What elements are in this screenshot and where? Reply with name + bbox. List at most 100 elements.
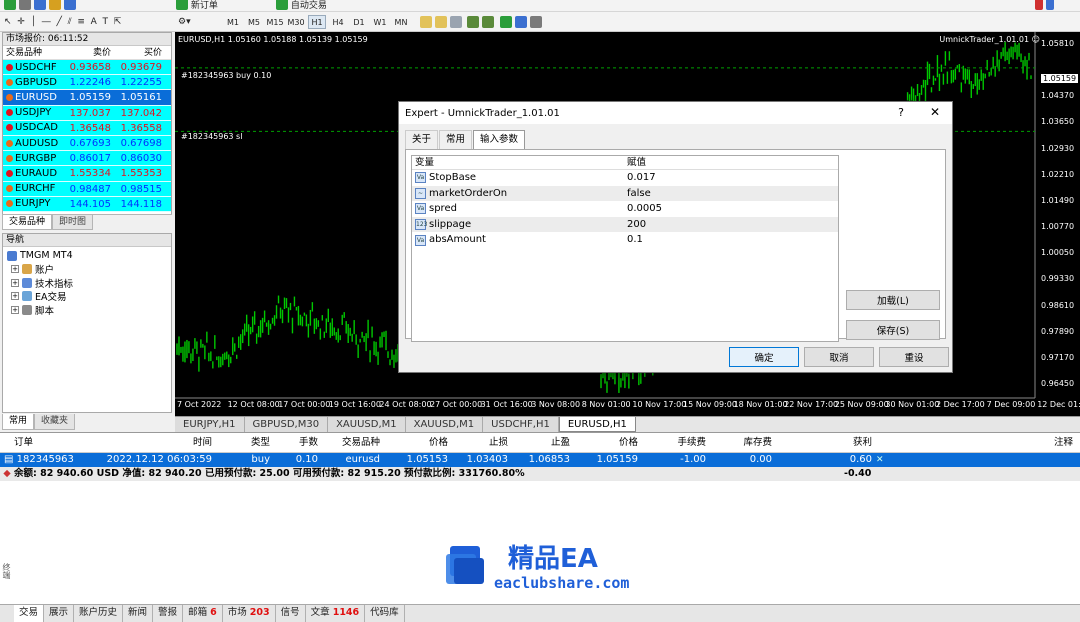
terminal-tab[interactable]: 警报: [153, 605, 184, 622]
expand-icon[interactable]: +: [11, 305, 19, 314]
terminal-col-header[interactable]: 订单: [0, 433, 98, 452]
terminal-col-header[interactable]: 价格: [574, 433, 642, 452]
zoom-out-icon[interactable]: [434, 16, 447, 28]
tab-common[interactable]: 常用: [439, 130, 473, 149]
drawing-tools[interactable]: ↖ ✛ │ ― ╱ ⫽ ≡ A T ⇱: [4, 14, 121, 30]
timeframe-h4[interactable]: H4: [329, 15, 347, 29]
channel-icon[interactable]: ⫽: [68, 17, 72, 27]
crosshair-icon[interactable]: ✛: [17, 17, 25, 27]
terminal-tab[interactable]: 展示: [44, 605, 75, 622]
chart-tab[interactable]: USDCHF,H1: [483, 417, 559, 432]
close-order-icon[interactable]: ✕: [876, 453, 892, 467]
market-watch-row[interactable]: GBPUSD 1.22246 1.22255: [3, 75, 171, 91]
load-button[interactable]: 加载(L): [846, 290, 940, 310]
terminal-tab[interactable]: 账户历史: [74, 605, 124, 622]
indicators-icon[interactable]: [500, 16, 513, 28]
param-value[interactable]: 0.1: [627, 232, 838, 248]
param-value[interactable]: 0.0005: [627, 201, 838, 217]
timeframe-d1[interactable]: D1: [350, 15, 368, 29]
chart-tab[interactable]: XAUUSD,M1: [405, 417, 484, 432]
terminal-tab[interactable]: 邮箱 6: [183, 605, 223, 622]
hline-icon[interactable]: ―: [42, 17, 51, 27]
tab-tick-chart[interactable]: 即时图: [52, 215, 94, 230]
input-param-row[interactable]: Va absAmount 0.1: [412, 232, 838, 248]
nav-root[interactable]: TMGM MT4: [7, 249, 171, 263]
terminal-tab[interactable]: 文章 1146: [306, 605, 366, 622]
timeframe-m1[interactable]: M1: [224, 15, 242, 29]
reset-button[interactable]: 重设: [879, 347, 949, 367]
market-watch-row[interactable]: USDCAD 1.36548 1.36558: [3, 120, 171, 136]
label-tool-icon[interactable]: T: [103, 17, 109, 27]
terminal-col-header[interactable]: 时间: [98, 433, 216, 452]
autoscroll-icon[interactable]: [467, 16, 480, 28]
expand-icon[interactable]: +: [11, 292, 19, 301]
shift-icon[interactable]: [482, 16, 495, 28]
terminal-col-header[interactable]: 止盈: [512, 433, 574, 452]
templates-icon[interactable]: [529, 16, 542, 28]
input-param-row[interactable]: ~ marketOrderOn false: [412, 185, 838, 202]
expand-icon[interactable]: +: [11, 278, 19, 287]
nav-item-accounts[interactable]: + 账户: [7, 263, 171, 276]
chart-tab[interactable]: XAUUSD,M1: [328, 417, 406, 432]
param-value[interactable]: 200: [627, 217, 838, 233]
periods-icon[interactable]: [514, 16, 527, 28]
market-watch-row[interactable]: EURUSD 1.05159 1.05161: [3, 90, 171, 106]
timeframe-mn[interactable]: MN: [392, 15, 410, 29]
param-value[interactable]: false: [627, 186, 838, 202]
period-tool[interactable]: ⚙▾: [178, 14, 191, 30]
chart-tab[interactable]: EURUSD,H1: [558, 417, 636, 432]
market-watch-row[interactable]: EURGBP 0.86017 0.86030: [3, 151, 171, 167]
market-watch-row[interactable]: EURCHF 0.98487 0.98515: [3, 181, 171, 197]
cursor-icon[interactable]: ↖: [4, 17, 12, 27]
terminal-col-header[interactable]: 交易品种: [322, 433, 384, 452]
tab-inputs[interactable]: 输入参数: [473, 130, 526, 149]
param-value[interactable]: 0.017: [627, 170, 838, 186]
save-button[interactable]: 保存(S): [846, 320, 940, 340]
market-watch-row[interactable]: USDJPY 137.037 137.042: [3, 105, 171, 121]
toolbar-icons-left[interactable]: [4, 0, 76, 11]
timeframe-m15[interactable]: M15: [266, 15, 284, 29]
terminal-col-header[interactable]: 止损: [452, 433, 512, 452]
market-watch-row[interactable]: EURJPY 144.105 144.118: [3, 196, 171, 212]
ok-button[interactable]: 确定: [729, 347, 799, 367]
nav-item-indicators[interactable]: + 技术指标: [7, 276, 171, 290]
close-button[interactable]: ✕: [930, 105, 940, 119]
help-button[interactable]: ?: [898, 106, 904, 119]
timeframe-w1[interactable]: W1: [371, 15, 389, 29]
order-row[interactable]: ▤ 182345963 2022.12.12 06:03:59 buy 0.10 eur…: [0, 453, 1080, 467]
terminal-tab[interactable]: 信号: [276, 605, 306, 622]
chart-tab[interactable]: EURJPY,H1: [175, 417, 245, 432]
chart-tab[interactable]: GBPUSD,M30: [244, 417, 329, 432]
tab-common[interactable]: 常用: [2, 414, 35, 430]
arrow-tool-icon[interactable]: ⇱: [114, 17, 122, 27]
terminal-col-header[interactable]: 类型: [216, 433, 274, 452]
market-watch-row[interactable]: AUDUSD 0.67693 0.67698: [3, 135, 171, 152]
market-watch-row[interactable]: USDCHF 0.93658 0.93679: [3, 60, 171, 76]
timeframe-m30[interactable]: M30: [287, 15, 305, 29]
cancel-button[interactable]: 取消: [804, 347, 874, 367]
terminal-col-header[interactable]: 获利: [776, 433, 876, 452]
input-param-row[interactable]: 123 slippage 200: [412, 216, 838, 233]
terminal-tab[interactable]: 市场 203: [223, 605, 276, 622]
terminal-col-header[interactable]: 库存费: [710, 433, 776, 452]
tab-symbols[interactable]: 交易品种: [2, 215, 53, 230]
vline-icon[interactable]: │: [31, 17, 36, 27]
timeframe-m5[interactable]: M5: [245, 15, 263, 29]
timeframe-h1[interactable]: H1: [308, 15, 326, 29]
trendline-icon[interactable]: ╱: [56, 17, 61, 27]
terminal-tab[interactable]: 交易: [14, 605, 45, 622]
terminal-col-header[interactable]: 注释: [876, 433, 1079, 452]
new-order-button[interactable]: 新订单: [176, 0, 218, 11]
fibo-icon[interactable]: ≡: [77, 17, 85, 27]
terminal-tab[interactable]: 新闻: [123, 605, 154, 622]
auto-trading-button[interactable]: 自动交易: [276, 0, 327, 11]
toolbar-right-icons[interactable]: [1035, 0, 1054, 11]
tab-about[interactable]: 关于: [405, 130, 439, 149]
market-watch-row[interactable]: EURAUD 1.55334 1.55353: [3, 166, 171, 182]
chart-icons[interactable]: [420, 14, 542, 30]
text-tool-icon[interactable]: A: [91, 17, 97, 27]
terminal-tab[interactable]: 代码库: [365, 605, 405, 622]
nav-item-scripts[interactable]: + 脚本: [7, 303, 171, 317]
terminal-col-header[interactable]: 手续费: [642, 433, 710, 452]
zoom-in-icon[interactable]: [420, 16, 432, 28]
